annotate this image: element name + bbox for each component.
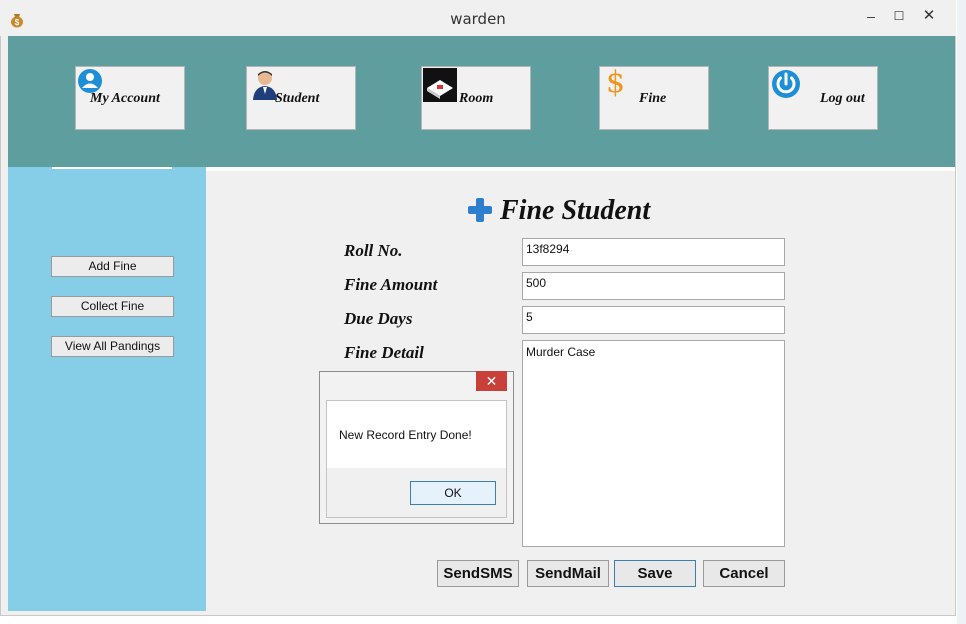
add-fine-button[interactable]: Add Fine — [51, 256, 174, 277]
cancel-button[interactable]: Cancel — [703, 560, 785, 587]
due-days-input[interactable]: 5 — [522, 306, 785, 334]
logout-label: Log out — [820, 91, 865, 106]
fine-label: Fine — [639, 91, 667, 106]
fine-amount-input[interactable]: 500 — [522, 272, 785, 300]
content-divider — [206, 167, 955, 171]
close-icon: ✕ — [922, 7, 936, 24]
desktop-background-strip — [957, 0, 966, 624]
dollar-icon: $ — [606, 65, 626, 100]
power-icon — [772, 70, 800, 98]
send-sms-button[interactable]: SendSMS — [437, 560, 519, 587]
save-button[interactable]: Save — [614, 560, 696, 587]
roll-no-input[interactable]: 13f8294 — [522, 238, 785, 266]
student-label: Student — [275, 91, 320, 106]
send-mail-button[interactable]: SendMail — [527, 560, 609, 587]
due-days-label: Due Days — [344, 309, 413, 328]
sidebar — [8, 167, 206, 611]
room-icon — [423, 68, 457, 102]
student-button[interactable]: Student — [246, 66, 356, 130]
plus-icon — [468, 198, 492, 222]
fine-detail-label: Fine Detail — [344, 343, 424, 362]
sidebar-divider — [52, 167, 172, 169]
my-account-label: My Account — [90, 91, 160, 106]
fine-button[interactable]: $ Fine — [599, 65, 709, 130]
logout-button[interactable]: Log out — [768, 66, 878, 130]
fine-detail-textarea[interactable]: Murder Case — [522, 340, 785, 547]
collect-fine-button[interactable]: Collect Fine — [51, 296, 174, 317]
roll-no-label: Roll No. — [344, 241, 403, 260]
window-title: warden — [450, 10, 506, 28]
dialog-ok-button[interactable]: OK — [410, 481, 496, 505]
dialog-message: New Record Entry Done! — [339, 428, 472, 442]
room-button[interactable]: Room — [421, 66, 531, 130]
view-pendings-button[interactable]: View All Pandings — [51, 336, 174, 357]
close-icon: ✕ — [485, 373, 498, 389]
room-label: Room — [459, 91, 494, 106]
dialog-close-button[interactable]: ✕ — [476, 371, 507, 391]
minimize-button[interactable]: – — [860, 6, 882, 26]
form-title: Fine Student — [500, 195, 651, 226]
close-window-button[interactable]: ✕ — [906, 6, 952, 26]
fine-amount-label: Fine Amount — [344, 275, 438, 294]
my-account-button[interactable]: My Account — [75, 66, 185, 130]
title-bar: $ warden – ☐ ✕ — [0, 0, 956, 36]
